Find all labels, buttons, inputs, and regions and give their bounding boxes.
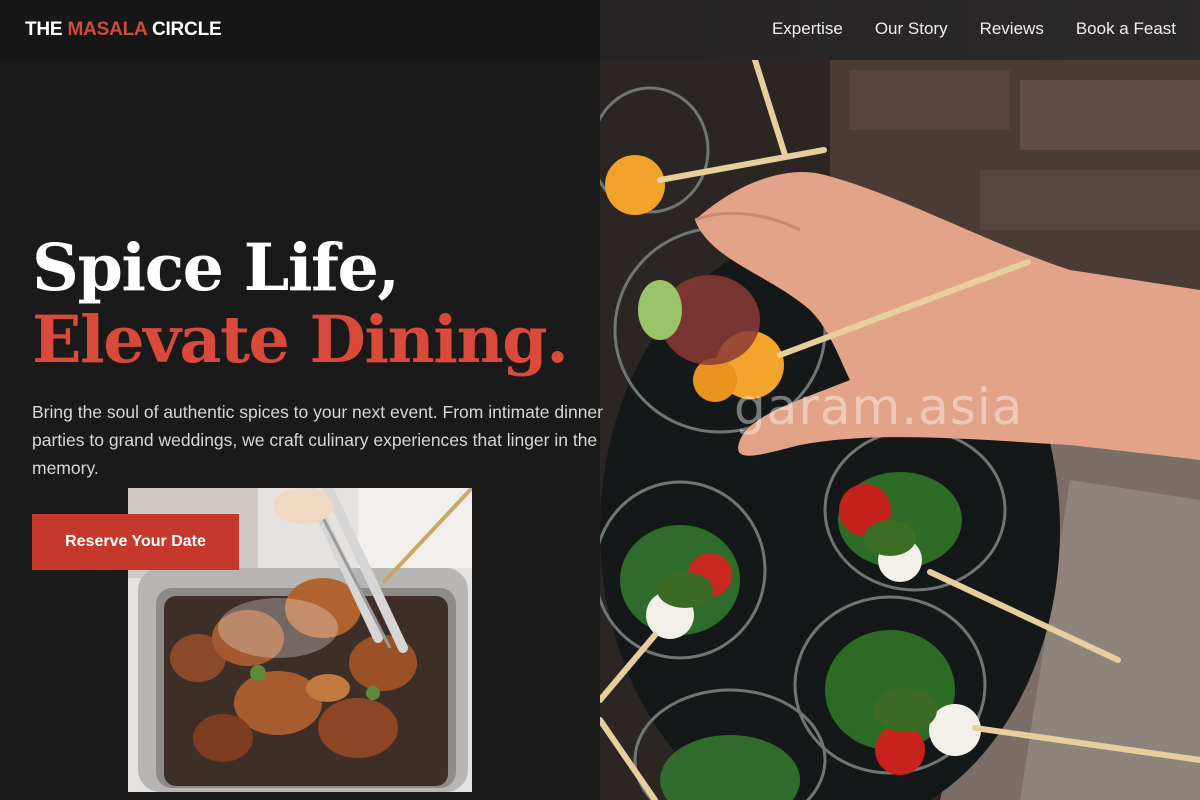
nav-link-book-a-feast[interactable]: Book a Feast — [1076, 19, 1176, 39]
headline-line-1: Spice Life, — [32, 230, 400, 306]
nav-link-expertise[interactable]: Expertise — [772, 19, 843, 39]
hero-photo-appetizer-cups: garam.asia — [600, 60, 1200, 800]
landing-page: garam.asia THE MASALA CIRCLE Expertise O… — [0, 0, 1200, 800]
nav-links: Expertise Our Story Reviews Book a Feast — [772, 19, 1176, 39]
hero-intro-text: Bring the soul of authentic spices to yo… — [32, 402, 603, 478]
logo-prefix: THE — [25, 19, 68, 40]
image-watermark: garam.asia — [734, 378, 1024, 436]
nav-link-reviews[interactable]: Reviews — [980, 19, 1044, 39]
site-logo[interactable]: THE MASALA CIRCLE — [25, 19, 222, 41]
headline-line-2: Elevate Dining. — [32, 302, 569, 378]
hero-headline: Spice Life, Elevate Dining. — [32, 230, 569, 378]
logo-suffix: CIRCLE — [146, 19, 222, 40]
reserve-your-date-button[interactable]: Reserve Your Date — [32, 514, 239, 570]
top-navbar: THE MASALA CIRCLE Expertise Our Story Re… — [0, 0, 1200, 60]
logo-accent: MASALA — [67, 19, 147, 40]
nav-link-our-story[interactable]: Our Story — [875, 19, 948, 39]
